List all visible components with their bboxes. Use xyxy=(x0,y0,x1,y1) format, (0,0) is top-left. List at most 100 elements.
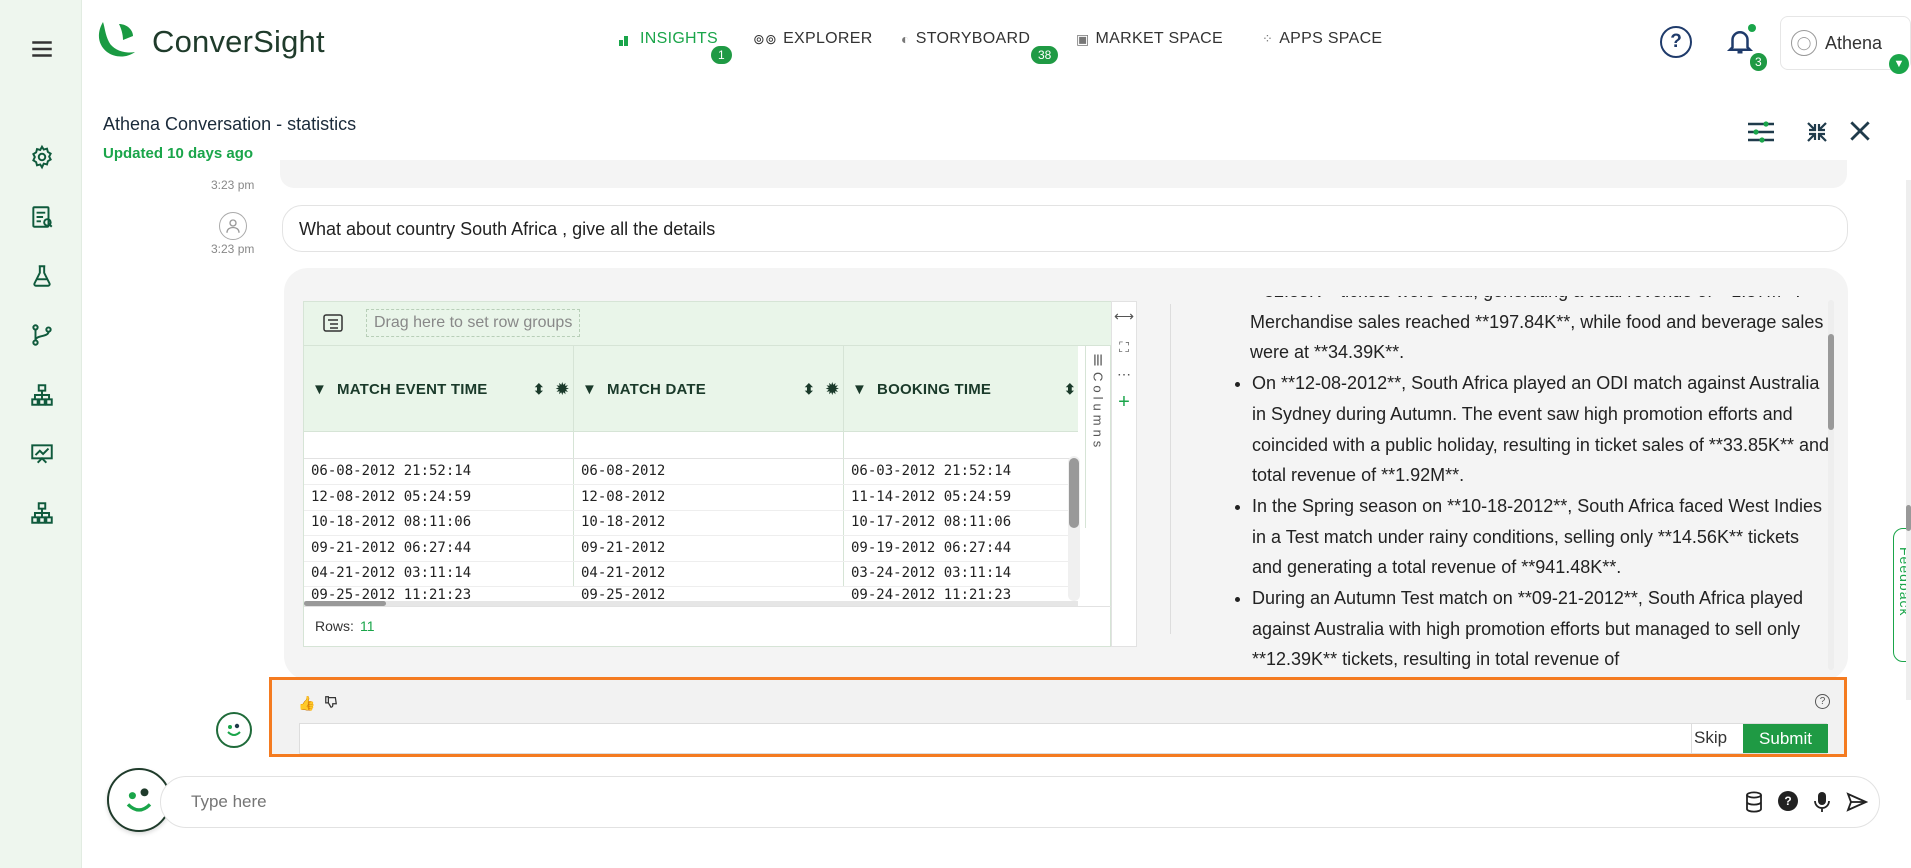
microphone-icon[interactable] xyxy=(1813,790,1831,814)
conversation-updated: Updated 10 days ago xyxy=(103,145,254,162)
bot-avatar-icon xyxy=(216,712,252,748)
market-space-icon: ▣ xyxy=(1076,30,1090,47)
nav-apps-space[interactable]: ⁘ APPS SPACE xyxy=(1262,30,1382,48)
feedback-panel: 👍 ? Skip Submit xyxy=(269,677,1847,757)
column-header-match-date[interactable]: ▼ MATCH DATE ⬍ ✹ xyxy=(582,346,844,432)
page-scroll-thumb[interactable] xyxy=(1906,505,1911,531)
question-chat-icon[interactable]: ? xyxy=(1778,791,1798,811)
conversight-logo[interactable] xyxy=(95,18,139,62)
top-bar: ConverSight INSIGHTS 1 ⊚⊚ EXPLORER ◐ STO… xyxy=(82,0,1911,86)
hierarchy-icon[interactable] xyxy=(29,382,55,408)
table-row[interactable]: 04-21-2012 03:11:14 04-21-2012 03-24-201… xyxy=(304,561,1078,587)
user-message-bubble: What about country South Africa , give a… xyxy=(282,205,1848,252)
workflow-branch-icon[interactable] xyxy=(29,322,55,348)
submit-button[interactable]: Submit xyxy=(1743,724,1828,753)
floating-filter-row xyxy=(304,432,1078,459)
column-label: MATCH DATE xyxy=(607,380,706,398)
help-icon[interactable]: ? xyxy=(1815,694,1830,709)
cell-match-date: 10-18-2012 xyxy=(581,514,666,530)
nav-apps-space-label: APPS SPACE xyxy=(1279,30,1383,47)
vertical-scroll-thumb[interactable] xyxy=(1069,458,1079,528)
sort-icon[interactable]: ⬍ xyxy=(533,381,545,398)
sort-icon[interactable]: ⬍ xyxy=(803,381,815,398)
nav-explorer[interactable]: ⊚⊚ EXPLORER xyxy=(753,30,873,48)
filter-icon[interactable]: ▼ xyxy=(582,381,597,398)
chat-input-bar: ? xyxy=(160,776,1880,828)
report-icon[interactable] xyxy=(29,204,55,230)
nav-storyboard[interactable]: ◐ STORYBOARD xyxy=(901,30,1030,48)
feedback-input[interactable] xyxy=(300,724,1690,753)
brand-name: ConverSight xyxy=(152,24,325,59)
cell-booking-time: 11-14-2012 05:24:59 xyxy=(851,489,1012,505)
user-avatar-icon: ◯ xyxy=(1791,30,1817,56)
column-settings-icon[interactable]: ✹ xyxy=(826,380,839,398)
thumbs-down-icon[interactable] xyxy=(324,695,338,712)
add-icon[interactable]: + xyxy=(1112,391,1136,414)
bar-chart-icon xyxy=(619,32,633,46)
table-row[interactable]: 09-21-2012 06:27:44 09-21-2012 09-19-201… xyxy=(304,536,1078,562)
page-scrollbar[interactable] xyxy=(1906,180,1911,700)
filter-icon[interactable]: ▼ xyxy=(852,381,867,398)
summary-bullet: During an Autumn Test match on **09-21-2… xyxy=(1252,583,1830,672)
columns-list-icon: ||| xyxy=(1093,352,1103,366)
summary-bullets: On **12-08-2012**, South Africa played a… xyxy=(1230,368,1830,672)
collapse-icon[interactable] xyxy=(1805,120,1829,144)
summary-text: **32.85K** tickets were sold, generating… xyxy=(1230,296,1830,672)
settings-icon[interactable] xyxy=(29,144,55,170)
notification-dot xyxy=(1748,24,1756,32)
cell-booking-time: 10-17-2012 08:11:06 xyxy=(851,514,1012,530)
cell-match-event-time: 04-21-2012 03:11:14 xyxy=(311,565,472,581)
nav-insights[interactable]: INSIGHTS xyxy=(618,30,718,48)
cell-match-date: 04-21-2012 xyxy=(581,565,666,581)
column-settings-icon[interactable]: ✹ xyxy=(556,380,569,398)
more-options-icon[interactable]: ⋯ xyxy=(1112,366,1136,383)
filter-sliders-icon[interactable] xyxy=(1746,118,1776,146)
cell-booking-time: 09-19-2012 06:27:44 xyxy=(851,540,1012,556)
column-label: BOOKING TIME xyxy=(877,380,992,398)
cell-booking-time: 09-24-2012 11:21:23 xyxy=(851,587,1012,601)
cell-match-date: 06-08-2012 xyxy=(581,463,666,479)
cell-match-event-time: 06-08-2012 21:52:14 xyxy=(311,463,472,479)
vertical-scrollbar[interactable] xyxy=(1068,456,1080,601)
hamburger-menu-icon[interactable] xyxy=(29,36,55,62)
sort-icon[interactable]: ⬍ xyxy=(1064,381,1076,398)
columns-side-panel[interactable]: ||| Columns xyxy=(1085,346,1111,528)
table-row[interactable]: 10-18-2012 08:11:06 10-18-2012 10-17-201… xyxy=(304,510,1078,536)
fit-width-icon[interactable]: ⟷ xyxy=(1112,308,1136,325)
table-row[interactable]: 06-08-2012 21:52:14 06-08-2012 06-03-201… xyxy=(304,459,1078,485)
database-icon[interactable] xyxy=(1744,791,1764,813)
user-avatar-icon xyxy=(219,212,247,240)
summary-scroll-thumb[interactable] xyxy=(1828,334,1834,430)
presentation-icon[interactable] xyxy=(29,441,55,467)
column-label: MATCH EVENT TIME xyxy=(337,380,488,398)
nav-storyboard-label: STORYBOARD xyxy=(915,30,1031,47)
cell-match-date: 09-25-2012 xyxy=(581,587,666,601)
user-menu-dropdown-icon[interactable]: ▼ xyxy=(1889,54,1909,74)
summary-scrollbar[interactable] xyxy=(1828,300,1834,670)
send-icon[interactable] xyxy=(1846,791,1869,813)
columns-label: Columns xyxy=(1090,372,1106,452)
nav-explorer-label: EXPLORER xyxy=(783,30,873,47)
lab-flask-icon[interactable] xyxy=(29,263,55,289)
filter-icon[interactable]: ▼ xyxy=(312,381,327,398)
skip-button[interactable]: Skip xyxy=(1694,728,1727,748)
left-rail xyxy=(0,0,82,868)
user-name: Athena xyxy=(1825,32,1883,53)
nav-market-space[interactable]: ▣ MARKET SPACE xyxy=(1076,30,1223,48)
cell-match-event-time: 10-18-2012 08:11:06 xyxy=(311,514,472,530)
row-group-dropzone[interactable]: Drag here to set row groups xyxy=(366,309,581,337)
notification-count: 3 xyxy=(1750,53,1767,71)
cell-booking-time: 03-24-2012 03:11:14 xyxy=(851,565,1012,581)
cell-match-date: 09-21-2012 xyxy=(581,540,666,556)
thumbs-up-icon[interactable]: 👍 xyxy=(298,695,315,712)
column-header-match-event-time[interactable]: ▼ MATCH EVENT TIME ⬍ ✹ xyxy=(312,346,574,432)
table-row[interactable]: 09-25-2012 11:21:23 09-25-2012 09-24-201… xyxy=(304,587,1078,601)
column-header-booking-time[interactable]: ▼ BOOKING TIME ⬍ xyxy=(852,346,1078,432)
autosize-icon[interactable]: ⛶ xyxy=(1112,339,1136,356)
table-row[interactable]: 12-08-2012 05:24:59 12-08-2012 11-14-201… xyxy=(304,485,1078,511)
org-chart-icon[interactable] xyxy=(29,500,55,526)
rows-count: 11 xyxy=(360,618,375,634)
chat-input[interactable] xyxy=(189,787,1629,817)
help-icon[interactable]: ? xyxy=(1660,26,1692,58)
close-icon[interactable] xyxy=(1847,118,1873,144)
